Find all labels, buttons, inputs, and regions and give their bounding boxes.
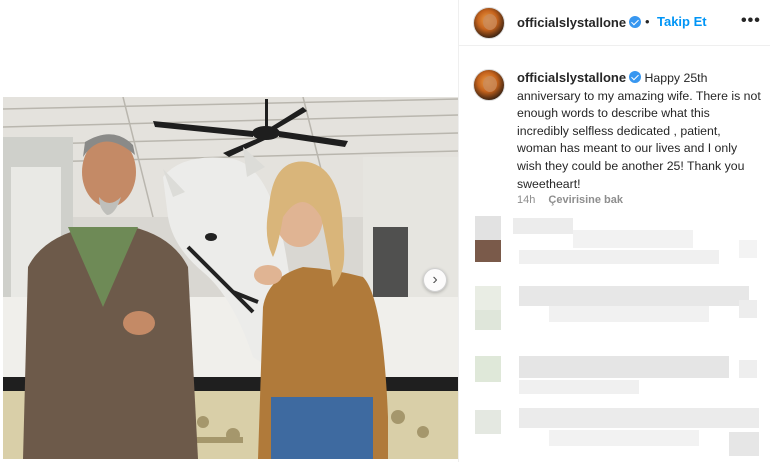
- verified-badge-icon: [629, 71, 642, 83]
- translate-link[interactable]: Çevirisine bak: [548, 194, 623, 206]
- chevron-right-icon: ›: [432, 271, 438, 288]
- post-header: officialslystallone • Takip Et •••: [459, 0, 770, 46]
- caption-username[interactable]: officialslystallone: [517, 70, 626, 85]
- author-avatar[interactable]: [473, 7, 505, 39]
- caption-body: Happy 25th anniversary to my amazing wif…: [517, 71, 761, 191]
- caption-text: officialslystallone Happy 25th anniversa…: [517, 69, 763, 193]
- post-timestamp[interactable]: 14h: [517, 194, 535, 206]
- caption-meta: 14h Çevirisine bak: [517, 194, 623, 206]
- more-options-icon[interactable]: •••: [741, 12, 761, 30]
- author-username[interactable]: officialslystallone: [517, 15, 642, 30]
- post-sidebar: officialslystallone • Takip Et ••• offic…: [458, 0, 770, 462]
- follow-button[interactable]: Takip Et: [657, 14, 707, 29]
- author-username-text[interactable]: officialslystallone: [517, 15, 626, 30]
- separator-dot: •: [645, 14, 650, 29]
- media-pane: ›: [0, 0, 458, 462]
- comments-redacted: [459, 210, 770, 462]
- photo-illustration: [3, 97, 458, 459]
- verified-badge-icon: [629, 16, 642, 28]
- caption-avatar[interactable]: [473, 69, 505, 101]
- carousel-next-button[interactable]: ›: [423, 268, 447, 292]
- post-photo[interactable]: [3, 97, 458, 459]
